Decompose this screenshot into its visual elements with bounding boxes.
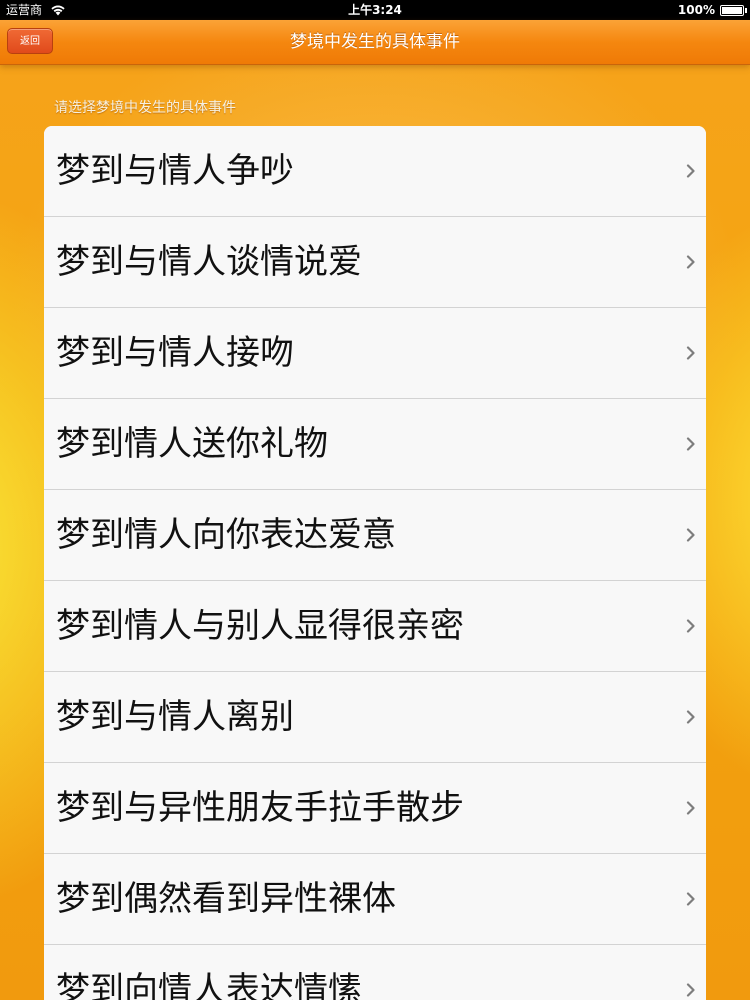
chevron-right-icon <box>686 528 695 542</box>
navigation-bar: 返回 梦境中发生的具体事件 <box>0 20 750 65</box>
list-item-label: 梦到情人送你礼物 <box>56 424 328 464</box>
list-item[interactable]: 梦到情人向你表达爱意 <box>44 490 706 581</box>
list-item-label: 梦到情人向你表达爱意 <box>56 515 396 555</box>
list-item-label: 梦到向情人表达情愫 <box>56 970 362 1000</box>
list-item-label: 梦到与异性朋友手拉手散步 <box>56 788 464 828</box>
list-item[interactable]: 梦到向情人表达情愫 <box>44 945 706 1000</box>
chevron-right-icon <box>686 801 695 815</box>
battery-icon <box>720 4 747 16</box>
list-item[interactable]: 梦到情人送你礼物 <box>44 399 706 490</box>
status-time: 上午3:24 <box>348 3 402 17</box>
chevron-right-icon <box>686 892 695 906</box>
chevron-right-icon <box>686 255 695 269</box>
chevron-right-icon <box>686 346 695 360</box>
list-item-label: 梦到情人与别人显得很亲密 <box>56 606 464 646</box>
list-item-label: 梦到与情人谈情说爱 <box>56 242 362 282</box>
list-item[interactable]: 梦到与情人谈情说爱 <box>44 217 706 308</box>
list-item[interactable]: 梦到与情人接吻 <box>44 308 706 399</box>
chevron-right-icon <box>686 983 695 997</box>
status-bar: 运营商 上午3:24 100% <box>0 0 750 20</box>
app-screen: 运营商 上午3:24 100% 返回 梦境中发生的具体事件 请选择梦境中发生的具… <box>0 0 750 1000</box>
page-title: 梦境中发生的具体事件 <box>290 32 460 52</box>
list-item[interactable]: 梦到情人与别人显得很亲密 <box>44 581 706 672</box>
list-item-label: 梦到与情人离别 <box>56 697 294 737</box>
list-item[interactable]: 梦到与情人离别 <box>44 672 706 763</box>
list-item[interactable]: 梦到偶然看到异性裸体 <box>44 854 706 945</box>
chevron-right-icon <box>686 164 695 178</box>
list-item-label: 梦到与情人接吻 <box>56 333 294 373</box>
chevron-right-icon <box>686 619 695 633</box>
list-item[interactable]: 梦到与情人争吵 <box>44 126 706 217</box>
chevron-right-icon <box>686 437 695 451</box>
section-header: 请选择梦境中发生的具体事件 <box>54 100 236 116</box>
status-right: 100% <box>677 0 747 20</box>
chevron-right-icon <box>686 710 695 724</box>
event-list: 梦到与情人争吵 梦到与情人谈情说爱 梦到与情人接吻 梦到情人送你礼物 梦到情人向… <box>44 126 706 1000</box>
list-item-label: 梦到偶然看到异性裸体 <box>56 879 396 919</box>
battery-percent: 100% <box>677 3 715 17</box>
list-item[interactable]: 梦到与异性朋友手拉手散步 <box>44 763 706 854</box>
list-item-label: 梦到与情人争吵 <box>56 151 294 191</box>
